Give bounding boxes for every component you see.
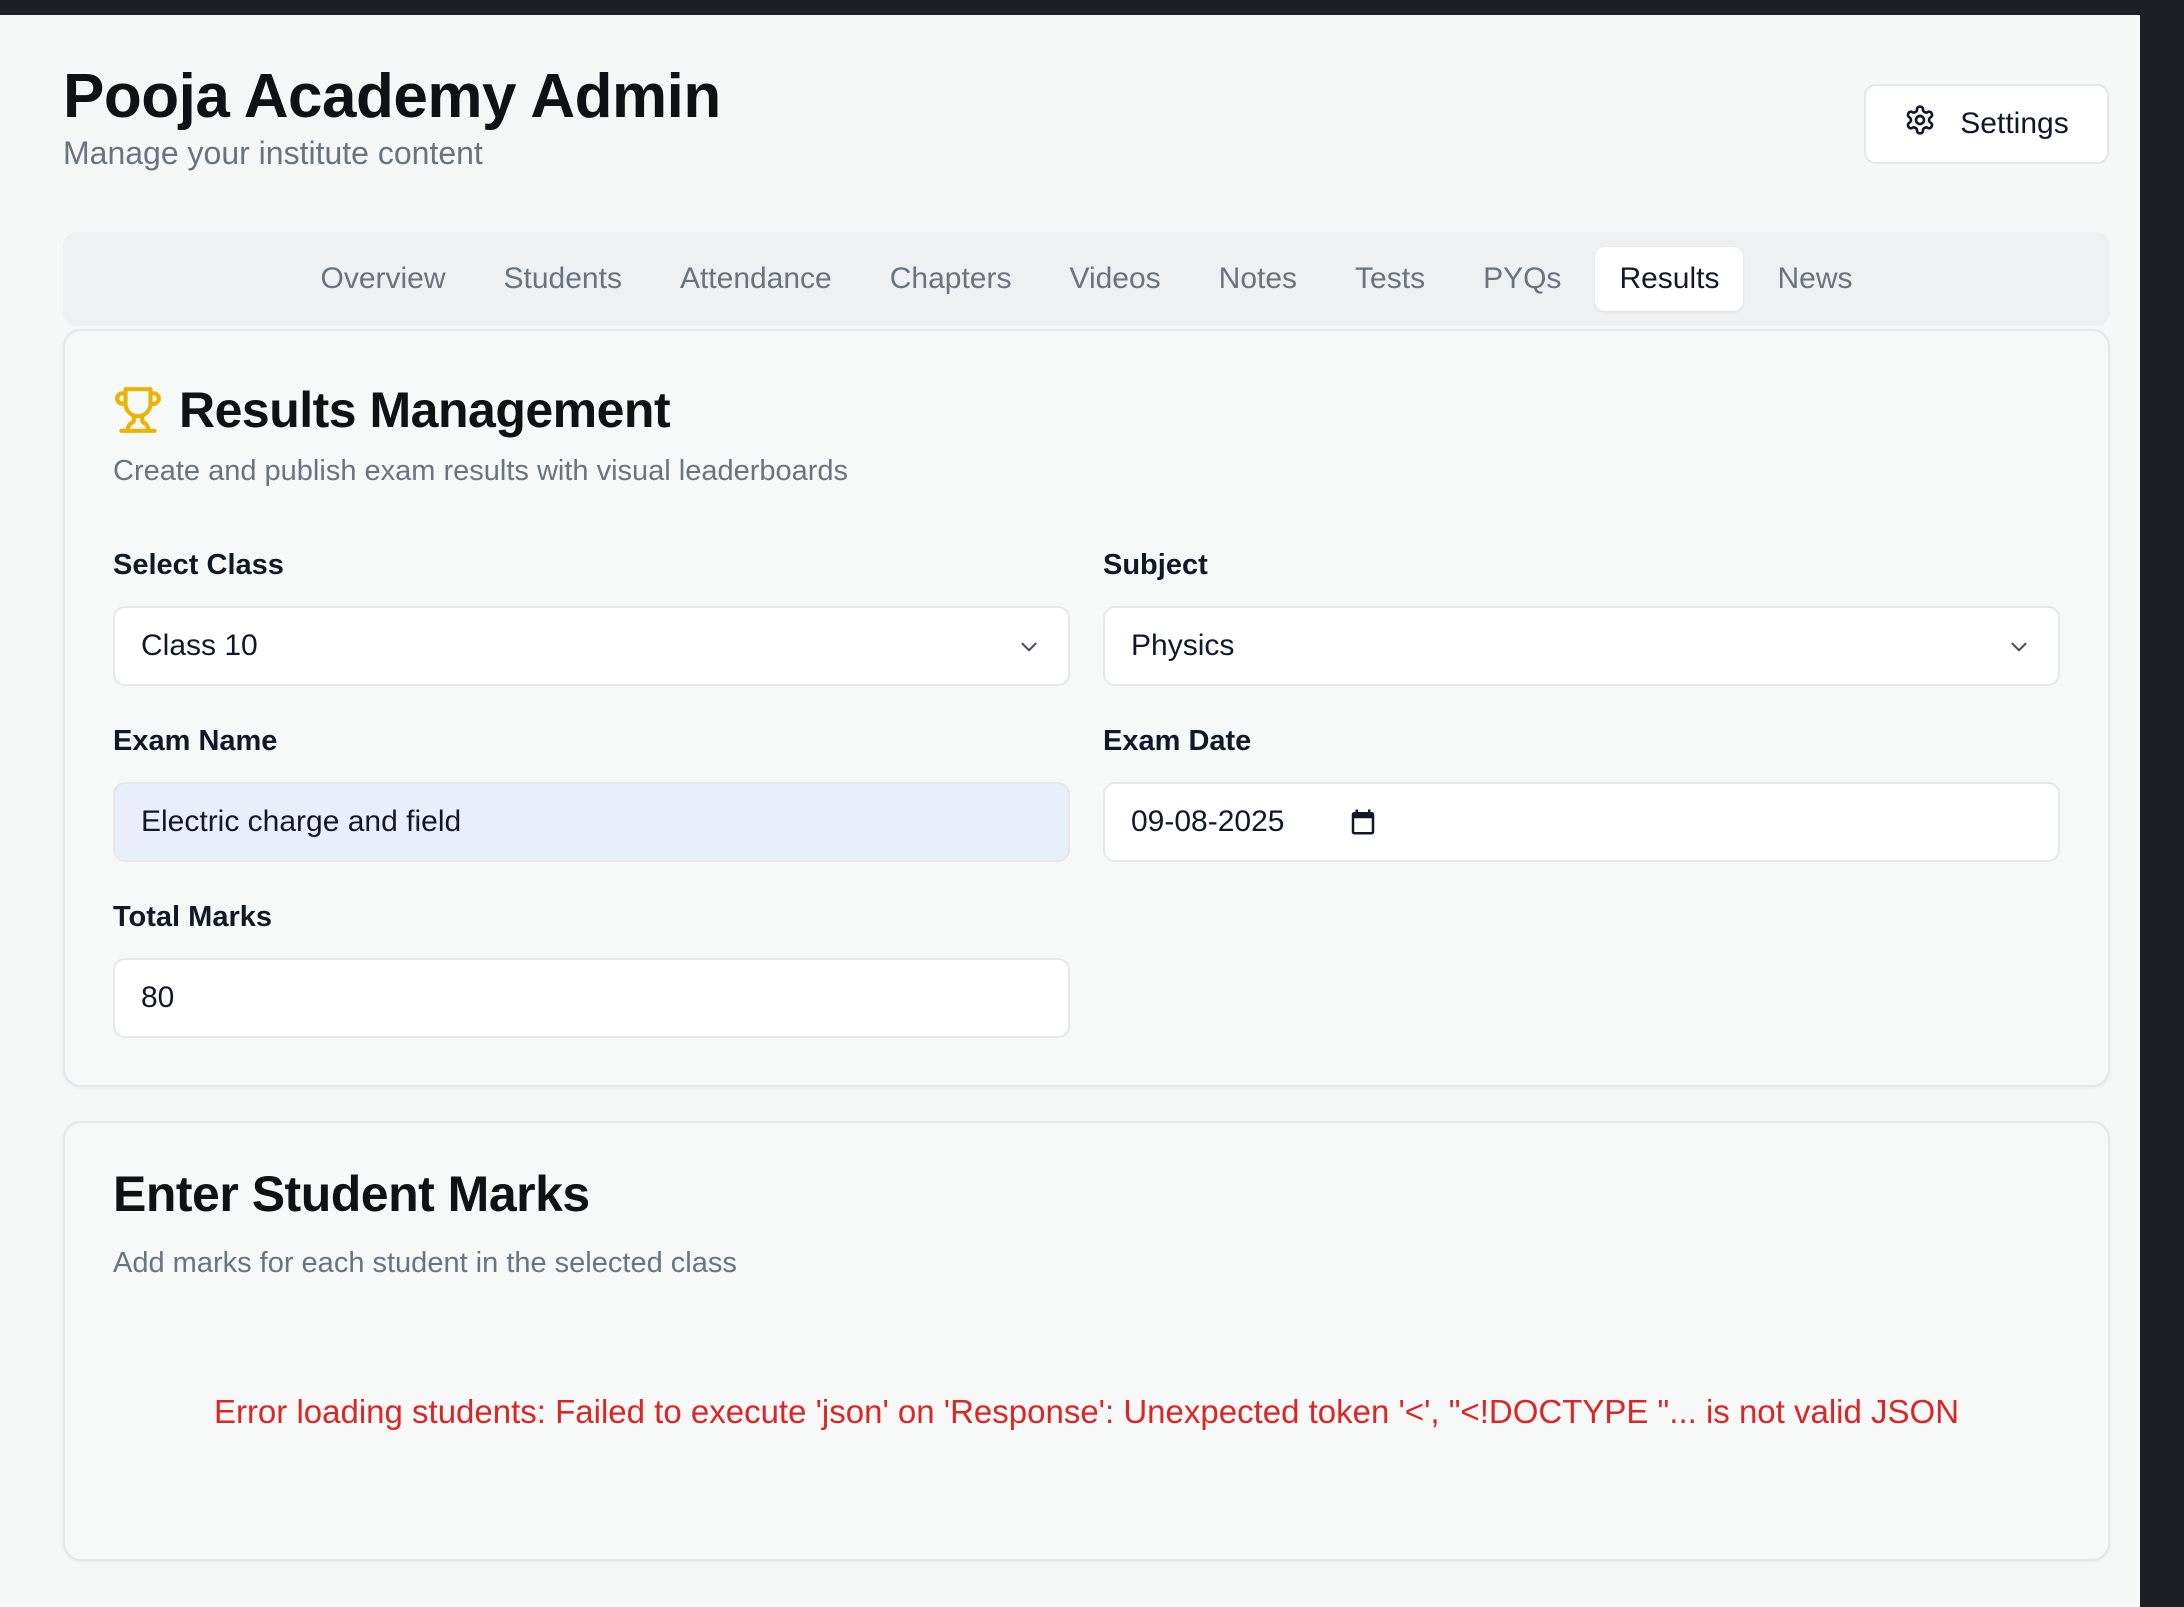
results-title: Results Management [179, 382, 671, 438]
exam-date-value: 09-08-2025 [1131, 805, 1285, 838]
exam-name-input[interactable]: Electric charge and field [113, 782, 1070, 862]
page-subtitle: Manage your institute content [63, 135, 483, 172]
results-description: Create and publish exam results with vis… [113, 455, 849, 487]
trophy-icon [113, 385, 163, 435]
tab-videos[interactable]: Videos [1045, 247, 1184, 311]
marks-card-header: Enter Student Marks [113, 1165, 590, 1223]
total-marks-value: 80 [141, 981, 175, 1014]
window-right-edge [2140, 0, 2184, 1607]
tab-pyqs[interactable]: PYQs [1459, 247, 1585, 311]
total-marks-label: Total Marks [113, 901, 273, 933]
settings-button[interactable]: Settings [1864, 84, 2109, 164]
tab-overview[interactable]: Overview [297, 247, 470, 311]
exam-name-label: Exam Name [113, 725, 278, 757]
tab-tests[interactable]: Tests [1331, 247, 1449, 311]
class-select-value: Class 10 [141, 629, 258, 662]
results-management-card: Results Management Create and publish ex… [63, 329, 2110, 1087]
subject-label: Subject [1103, 549, 1208, 581]
error-message: Error loading students: Failed to execut… [213, 1393, 1960, 1430]
total-marks-input[interactable]: 80 [113, 958, 1070, 1038]
gear-icon [1904, 104, 1936, 144]
chevron-down-icon [1021, 642, 1037, 652]
tab-results[interactable]: Results [1595, 247, 1744, 311]
marks-description: Add marks for each student in the select… [113, 1247, 737, 1279]
exam-date-label: Exam Date [1103, 725, 1252, 757]
exam-name-value: Electric charge and field [141, 805, 462, 838]
subject-select[interactable]: Physics [1103, 606, 2060, 686]
chevron-down-icon [2011, 642, 2027, 652]
tab-attendance[interactable]: Attendance [656, 247, 856, 311]
select-class-label: Select Class [113, 549, 284, 581]
window-top-bar [0, 0, 2184, 15]
tab-news[interactable]: News [1753, 247, 1876, 311]
marks-title: Enter Student Marks [113, 1166, 590, 1222]
tab-chapters[interactable]: Chapters [866, 247, 1036, 311]
nav-tabs: Overview Students Attendance Chapters Vi… [63, 232, 2110, 326]
page-title: Pooja Academy Admin [63, 62, 721, 131]
admin-page: Pooja Academy Admin Manage your institut… [0, 15, 2140, 1607]
exam-date-input[interactable]: 09-08-2025 [1103, 782, 2060, 862]
settings-label: Settings [1960, 107, 2069, 140]
class-select[interactable]: Class 10 [113, 606, 1070, 686]
page-header: Pooja Academy Admin Manage your institut… [63, 62, 721, 172]
card-header: Results Management [113, 381, 671, 439]
tab-notes[interactable]: Notes [1195, 247, 1321, 311]
tab-students[interactable]: Students [480, 247, 646, 311]
subject-select-value: Physics [1131, 629, 1235, 662]
student-marks-card: Enter Student Marks Add marks for each s… [63, 1121, 2110, 1561]
calendar-icon[interactable] [1348, 807, 1378, 837]
